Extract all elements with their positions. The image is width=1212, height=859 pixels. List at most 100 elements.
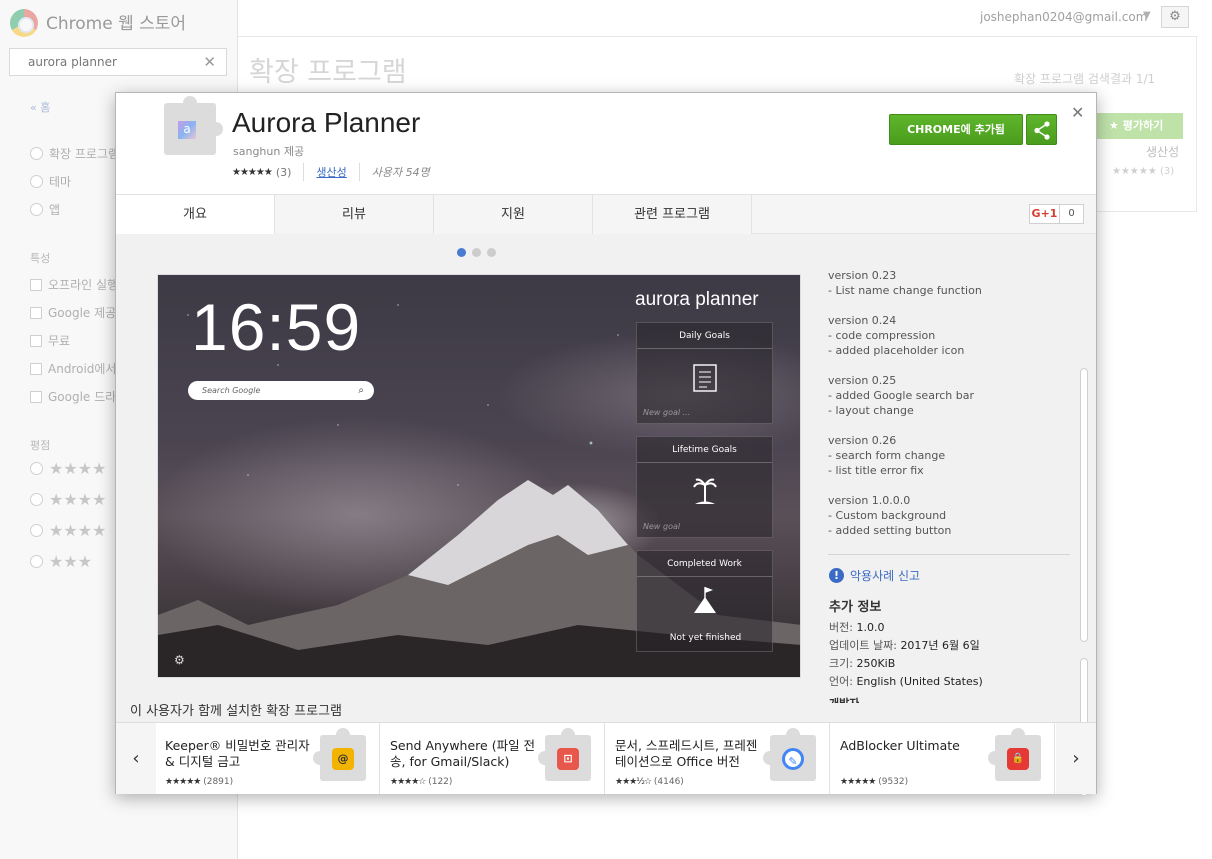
extension-detail-dialog: a Aurora Planner sanghun 제공 ★★★★★ (3) 생산… bbox=[115, 92, 1097, 796]
overview-content: 16:59 Search Google ⌕ aurora planner Dai… bbox=[116, 234, 1096, 796]
store-search-input[interactable] bbox=[10, 49, 190, 75]
app-screenshot[interactable]: 16:59 Search Google ⌕ aurora planner Dai… bbox=[157, 274, 801, 678]
notes-scrollbar[interactable] bbox=[1080, 368, 1088, 642]
carousel-dots bbox=[457, 248, 496, 257]
release-item: - code compression bbox=[828, 329, 936, 342]
share-icon bbox=[1034, 121, 1050, 140]
checkbox-icon[interactable] bbox=[30, 390, 42, 403]
release-item: - added Google search bar bbox=[828, 389, 974, 402]
release-version: version 0.24 bbox=[828, 314, 897, 327]
category-extensions[interactable]: 확장 프로그램 bbox=[30, 145, 119, 162]
info-language: 언어: English (United States) bbox=[829, 675, 983, 688]
developer-name[interactable]: sanghun 제공 bbox=[233, 143, 304, 159]
related-card[interactable]: 문서, 스프레드시트, 프레젠테이션으로 Office 버전 ★★★½☆ (41… bbox=[606, 723, 830, 794]
keeper-lock-icon: @ bbox=[332, 748, 354, 770]
tab-reviews[interactable]: 리뷰 bbox=[275, 195, 434, 234]
report-abuse-link[interactable]: ! 악용사례 신고 bbox=[829, 567, 920, 584]
ratings-label: 평점 bbox=[30, 439, 51, 452]
release-version: version 0.26 bbox=[828, 434, 897, 447]
related-rating: ★★★★★ (9532) bbox=[840, 777, 909, 787]
checkbox-icon[interactable] bbox=[30, 306, 42, 319]
rating-count[interactable]: (3) bbox=[276, 166, 292, 179]
alert-icon: ! bbox=[829, 568, 844, 583]
rating-filter-1[interactable]: ★★★ bbox=[30, 552, 92, 571]
account-email[interactable]: joshephan0204@gmail.com bbox=[980, 10, 1147, 24]
puzzle-icon: ⊡ bbox=[538, 728, 591, 781]
tab-support[interactable]: 지원 bbox=[434, 195, 593, 234]
palm-tree-icon bbox=[693, 478, 717, 504]
radio-icon[interactable] bbox=[30, 203, 43, 216]
feature-free[interactable]: 무료 bbox=[30, 332, 70, 349]
tab-overview[interactable]: 개요 bbox=[116, 195, 275, 235]
detail-tabs: 개요 리뷰 지원 관련 프로그램 G+1 0 bbox=[116, 194, 1096, 235]
settings-gear-icon[interactable]: ⚙ bbox=[1161, 6, 1189, 28]
header-divider bbox=[238, 36, 1198, 37]
goal-box-title: Lifetime Goals bbox=[637, 437, 772, 463]
feature-android[interactable]: Android에서 bbox=[30, 360, 116, 377]
dialog-header: a Aurora Planner sanghun 제공 ★★★★★ (3) 생산… bbox=[116, 93, 1096, 194]
home-link[interactable]: « 홈 bbox=[30, 99, 50, 115]
rating-filter-2[interactable]: ★★★★ bbox=[30, 521, 106, 540]
info-cut-heading: 개발자 bbox=[829, 695, 859, 703]
related-rating: ★★★★★ (2891) bbox=[165, 777, 234, 787]
feature-google[interactable]: Google 제공 bbox=[30, 304, 116, 321]
google-plus-icon[interactable]: G+1 bbox=[1029, 204, 1060, 224]
user-count: 사용자 54명 bbox=[371, 166, 430, 179]
related-card[interactable]: Keeper® 비밀번호 관리자 & 디지털 금고 ★★★★★ (2891) @ bbox=[156, 723, 380, 794]
radio-icon[interactable] bbox=[30, 147, 43, 160]
page-title: 확장 프로그램 bbox=[249, 57, 407, 88]
release-item: - search form change bbox=[828, 449, 946, 462]
goal-box-title: Daily Goals bbox=[637, 323, 772, 349]
rate-button[interactable]: ★ 평가하기 bbox=[1093, 113, 1183, 139]
send-anywhere-icon: ⊡ bbox=[557, 748, 579, 770]
goal-box-title: Completed Work bbox=[637, 551, 772, 577]
mountain-flag-icon bbox=[694, 587, 716, 613]
feature-offline[interactable]: 오프라인 실행 bbox=[30, 276, 118, 293]
checkbox-icon[interactable] bbox=[30, 278, 42, 291]
release-note-block: version 0.23 - List name change function bbox=[828, 268, 1072, 298]
related-name: Keeper® 비밀번호 관리자 & 디지털 금고 bbox=[165, 738, 310, 769]
notes-divider bbox=[828, 554, 1070, 555]
release-notes: version 0.23- List name change function v… bbox=[828, 268, 1072, 552]
carousel-dot-3[interactable] bbox=[487, 248, 496, 257]
related-rating: ★★★½☆ (4146) bbox=[615, 777, 684, 787]
checkbox-icon[interactable] bbox=[30, 334, 42, 347]
related-name: Send Anywhere (파일 전송, for Gmail/Slack) bbox=[390, 738, 536, 769]
chevron-left-icon[interactable]: ‹ bbox=[116, 723, 156, 794]
close-icon[interactable]: ✕ bbox=[1071, 103, 1084, 122]
preview-search-bar: Search Google ⌕ bbox=[188, 381, 374, 400]
added-to-chrome-button[interactable]: CHROME에 추가됨 bbox=[889, 114, 1023, 145]
related-card[interactable]: Send Anywhere (파일 전송, for Gmail/Slack) ★… bbox=[381, 723, 605, 794]
preview-brand: aurora planner bbox=[635, 289, 759, 310]
checkbox-icon[interactable] bbox=[30, 362, 42, 375]
account-dropdown-icon[interactable]: ▼ bbox=[1143, 10, 1151, 21]
category-link[interactable]: 생산성 bbox=[316, 164, 346, 180]
google-plus-one[interactable]: G+1 0 bbox=[1029, 204, 1084, 224]
rating-filter-3[interactable]: ★★★★ bbox=[30, 490, 106, 509]
chevron-right-icon[interactable]: › bbox=[1056, 723, 1096, 794]
rating-filter-4[interactable]: ★★★★ bbox=[30, 459, 106, 478]
release-version: version 1.0.0.0 bbox=[828, 494, 911, 507]
release-version: version 0.25 bbox=[828, 374, 897, 387]
related-extensions-strip: ‹ Keeper® 비밀번호 관리자 & 디지털 금고 ★★★★★ (2891)… bbox=[116, 722, 1096, 794]
category-apps[interactable]: 앱 bbox=[30, 201, 60, 218]
goal-placeholder: New goal bbox=[643, 522, 681, 531]
store-search-box[interactable]: ✕ bbox=[9, 48, 227, 76]
goal-placeholder: New goal ... bbox=[643, 408, 691, 417]
clear-search-icon[interactable]: ✕ bbox=[203, 53, 216, 71]
results-border bbox=[1196, 36, 1197, 212]
category-themes[interactable]: 테마 bbox=[30, 173, 71, 190]
radio-icon[interactable] bbox=[30, 175, 43, 188]
chrome-store-logo-icon bbox=[10, 9, 38, 37]
release-item: - Custom background bbox=[828, 509, 947, 522]
store-title: Chrome 웹 스토어 bbox=[46, 14, 187, 34]
carousel-dot-1[interactable] bbox=[457, 248, 466, 257]
extension-puzzle-icon: a bbox=[164, 96, 223, 155]
tab-related[interactable]: 관련 프로그램 bbox=[593, 195, 752, 234]
carousel-dot-2[interactable] bbox=[472, 248, 481, 257]
related-card[interactable]: AdBlocker Ultimate ★★★★★ (9532) 🔒 bbox=[831, 723, 1055, 794]
rating-stars-icon[interactable]: ★★★★★ bbox=[232, 167, 273, 178]
share-button[interactable] bbox=[1026, 114, 1057, 145]
results-count: 확장 프로그램 검색결과 1/1 bbox=[1014, 72, 1156, 86]
lifetime-goals-box: Lifetime Goals New goal bbox=[636, 436, 773, 538]
